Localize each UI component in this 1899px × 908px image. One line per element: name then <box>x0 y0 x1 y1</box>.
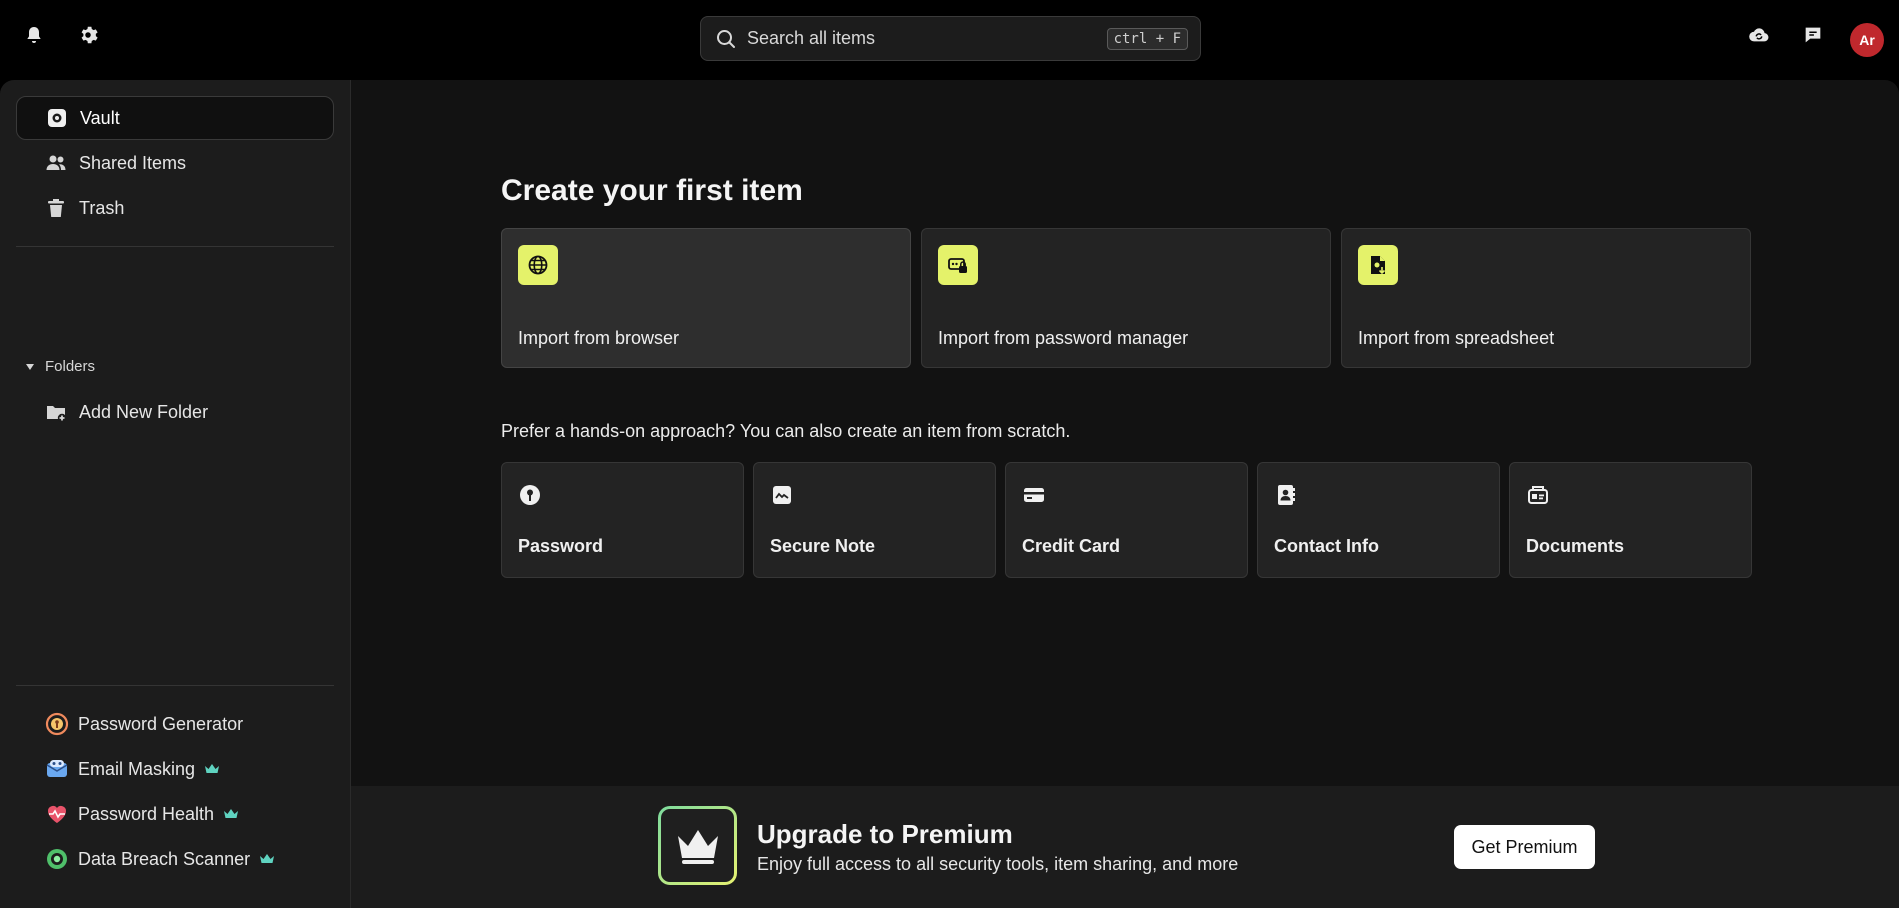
sidebar-item-vault[interactable]: Vault <box>16 96 334 140</box>
tool-label: Password Health <box>78 803 215 824</box>
sync-icon[interactable] <box>1748 24 1770 46</box>
breach-scanner-icon <box>45 847 69 871</box>
sidebar-item-label: Add New Folder <box>79 401 209 422</box>
item-card-label: Contact Info <box>1274 536 1379 556</box>
trash-icon <box>45 197 67 219</box>
sidebar-divider <box>16 246 334 247</box>
tool-label: Email Masking <box>78 758 196 779</box>
create-secure-note-card[interactable]: Secure Note <box>753 462 996 578</box>
sidebar-item-label: Trash <box>79 197 125 218</box>
caret-down-icon <box>26 363 34 370</box>
item-card-label: Password <box>518 536 604 556</box>
main-content: Create your first item Import from brows… <box>351 80 1899 908</box>
gear-icon[interactable] <box>77 24 99 46</box>
search-input[interactable]: Search all items ctrl + F <box>700 16 1201 61</box>
sidebar-item-trash[interactable]: Trash <box>16 186 334 230</box>
page-title: Create your first item <box>501 174 803 207</box>
premium-crown-icon <box>260 854 275 863</box>
create-credit-card-card[interactable]: Credit Card <box>1005 462 1248 578</box>
note-icon <box>770 483 794 507</box>
document-icon <box>1526 483 1550 507</box>
vault-icon <box>46 107 68 129</box>
tool-label: Data Breach Scanner <box>78 848 251 869</box>
add-folder-icon <box>45 401 67 423</box>
item-card-label: Secure Note <box>770 536 876 556</box>
contact-icon <box>1274 483 1298 507</box>
feedback-chat-icon[interactable] <box>1802 24 1824 46</box>
password-manager-icon <box>938 245 978 285</box>
premium-crown-icon <box>205 764 220 773</box>
sidebar-item-shared-items[interactable]: Shared Items <box>16 141 334 185</box>
password-generator-icon <box>45 712 69 736</box>
premium-crown-icon <box>224 809 239 818</box>
search-shortcut-hint: ctrl + F <box>1106 27 1188 50</box>
premium-badge <box>658 806 737 885</box>
import-from-spreadsheet-card[interactable]: Import from spreadsheet <box>1341 228 1751 368</box>
import-card-label: Import from browser <box>518 328 680 348</box>
item-card-label: Documents <box>1526 536 1625 556</box>
folders-section-toggle[interactable]: Folders <box>26 358 95 375</box>
premium-subtitle: Enjoy full access to all security tools,… <box>757 854 1239 874</box>
sidebar-tool-password-generator[interactable]: Password Generator <box>45 709 243 739</box>
create-contact-info-card[interactable]: Contact Info <box>1257 462 1500 578</box>
add-new-folder-button[interactable]: Add New Folder <box>16 390 334 434</box>
top-bar: Search all items ctrl + F Ar <box>0 0 1899 80</box>
key-icon <box>518 483 542 507</box>
avatar[interactable]: Ar <box>1850 23 1884 57</box>
import-card-label: Import from spreadsheet <box>1358 328 1555 348</box>
crown-icon <box>677 829 718 864</box>
sidebar-divider <box>16 685 334 686</box>
sidebar-item-label: Vault <box>80 107 120 128</box>
premium-banner: Upgrade to Premium Enjoy full access to … <box>351 786 1899 908</box>
credit-card-icon <box>1022 483 1046 507</box>
sidebar-item-label: Shared Items <box>79 152 187 173</box>
import-from-browser-card[interactable]: Import from browser <box>501 228 911 368</box>
sidebar-tool-email-masking[interactable]: Email Masking <box>45 754 220 784</box>
item-card-label: Credit Card <box>1022 536 1121 556</box>
globe-icon <box>518 245 558 285</box>
email-masking-icon <box>45 757 69 781</box>
spreadsheet-import-icon <box>1358 245 1398 285</box>
search-icon <box>717 29 735 48</box>
tool-label: Password Generator <box>78 713 244 734</box>
people-icon <box>45 152 67 174</box>
search-placeholder: Search all items <box>747 28 876 48</box>
folders-label: Folders <box>45 358 96 375</box>
premium-title: Upgrade to Premium <box>757 819 1013 849</box>
sidebar-tool-data-breach-scanner[interactable]: Data Breach Scanner <box>45 844 275 874</box>
create-password-card[interactable]: Password <box>501 462 744 578</box>
sidebar-tool-password-health[interactable]: Password Health <box>45 799 239 829</box>
bell-icon[interactable] <box>23 24 45 46</box>
import-from-password-manager-card[interactable]: Import from password manager <box>921 228 1331 368</box>
scratch-subheading: Prefer a hands-on approach? You can also… <box>501 421 1071 441</box>
create-documents-card[interactable]: Documents <box>1509 462 1752 578</box>
sidebar: Vault Shared Items Trash Folders Add New… <box>0 80 351 908</box>
heart-pulse-icon <box>45 802 69 826</box>
import-card-label: Import from password manager <box>938 328 1189 348</box>
get-premium-button[interactable]: Get Premium <box>1454 825 1595 869</box>
